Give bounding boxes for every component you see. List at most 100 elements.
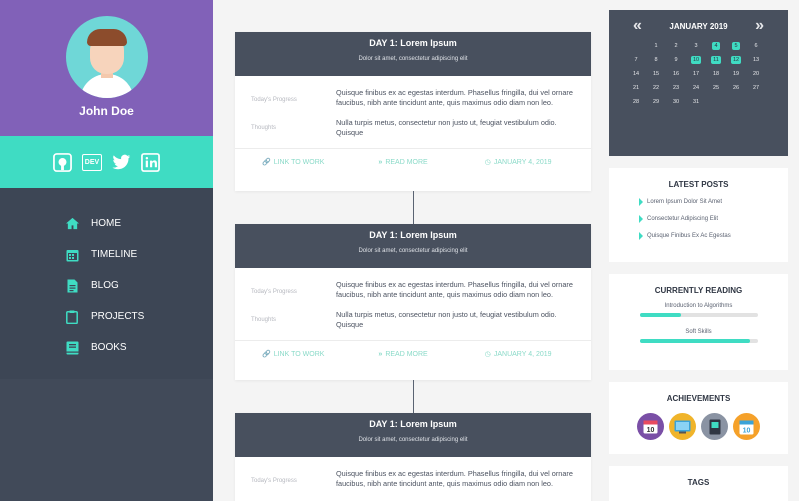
thoughts-label: Thoughts [251, 317, 277, 324]
screen-badge-icon [669, 413, 696, 440]
sidebar: John Doe DEV HOME TIMELINE BLOG PROJECTS [0, 0, 213, 501]
twitter-icon[interactable] [112, 153, 131, 172]
prev-month-button[interactable]: « [633, 18, 642, 34]
progress-row: Today's Progress Quisque finibus ex ac e… [235, 268, 591, 299]
bullet-icon [639, 232, 643, 240]
currently-reading-title: CURRENTLY READING [654, 286, 743, 295]
calendar-month: JANUARY 2019 [669, 21, 728, 31]
read-more[interactable]: » READ MORE [378, 159, 427, 166]
calendar-day[interactable]: 9 [666, 54, 686, 66]
chevrons-right-icon: » [378, 158, 383, 166]
calendar-day[interactable]: 7 [626, 54, 646, 66]
calendar-day[interactable]: 20 [746, 68, 766, 80]
calendar-day[interactable]: 16 [666, 68, 686, 80]
calendar-day[interactable]: 4 [706, 40, 726, 52]
thoughts-text: Nulla turpis metus, consectetur non just… [336, 118, 557, 137]
calendar-day[interactable]: 28 [626, 96, 646, 108]
right-sidebar: « JANUARY 2019 » 1 2 3 4 5 6 7 8 9 10 11 12 13 14 15 16… [609, 10, 788, 501]
progress-row: Today's Progress Quisque finibus ex ac e… [235, 457, 591, 488]
post-header: DAY 1: Lorem Ipsum Dolor sit amet, conse… [235, 32, 591, 76]
thoughts-row: Thoughts Nulla turpis metus, consectetur… [235, 107, 591, 137]
latest-post-item[interactable]: Quisque Finibus Ex Ac Egestas [609, 232, 788, 240]
link-label: LINK TO WORK [273, 158, 325, 166]
calendar-day[interactable]: 22 [646, 82, 666, 94]
read-more[interactable]: » READ MORE [378, 351, 427, 358]
post-footer: 🔗 LINK TO WORK » READ MORE ◷ JANUARY 4, 201… [235, 148, 591, 175]
profile-header: John Doe [0, 0, 213, 136]
calendar-empty [626, 40, 646, 52]
calendar-day[interactable]: 6 [746, 40, 766, 52]
calendar-day[interactable]: 13 [746, 54, 766, 66]
calendar-empty [706, 96, 726, 108]
progress-text: Quisque finibus ex ac egestas interdum. … [336, 280, 573, 299]
calendar-day[interactable]: 11 [706, 54, 726, 66]
bullet-icon [639, 198, 643, 206]
calendar-day[interactable]: 1 [646, 40, 666, 52]
nav-label-timeline: TIMELINE [91, 249, 138, 260]
calendar-10-badge-icon: 10 [733, 413, 760, 440]
nav-item-projects[interactable]: PROJECTS [0, 301, 213, 332]
nav-item-timeline[interactable]: TIMELINE [0, 239, 213, 270]
calendar-day[interactable]: 27 [746, 82, 766, 94]
timeline-connector [413, 380, 414, 413]
calendar-day[interactable]: 24 [686, 82, 706, 94]
post-footer: 🔗 LINK TO WORK » READ MORE ◷ JANUARY 4, 201… [235, 340, 591, 367]
linkedin-icon[interactable] [141, 152, 160, 172]
nav-item-home[interactable]: HOME [0, 208, 213, 239]
clock-icon: ◷ [484, 351, 491, 359]
calendar-day[interactable]: 10 [686, 54, 706, 66]
book-badge-icon [701, 413, 728, 440]
nav-item-books[interactable]: BOOKS [0, 332, 213, 363]
tags-widget: TAGS [609, 466, 788, 501]
post-header: DAY 1: Lorem Ipsum Dolor sit amet, conse… [235, 224, 591, 268]
book-icon [64, 340, 80, 356]
thoughts-label: Thoughts [251, 125, 277, 132]
calendar-day[interactable]: 14 [626, 68, 646, 80]
github-icon[interactable] [53, 152, 72, 172]
main-nav: HOME TIMELINE BLOG PROJECTS BOOKS [0, 188, 213, 379]
calendar-day[interactable]: 31 [686, 96, 706, 108]
calendar-day[interactable]: 15 [646, 68, 666, 80]
latest-post-item[interactable]: Consectetur Adipiscing Elit [609, 215, 788, 223]
calendar-day[interactable]: 21 [626, 82, 646, 94]
progress-label: Today's Progress [251, 478, 297, 484]
latest-post-item[interactable]: Lorem Ipsum Dolor Sit Amet [609, 198, 788, 206]
progress-label: Today's Progress [251, 97, 297, 103]
thoughts-text: Nulla turpis metus, consectetur non just… [336, 310, 557, 329]
post-date: ◷ JANUARY 4, 2019 [484, 350, 552, 359]
progress-label: Today's Progress [251, 289, 297, 295]
achievements-widget: ACHIEVEMENTS 10 10 [609, 382, 788, 454]
post-card: DAY 1: Lorem Ipsum Dolor sit amet, conse… [235, 224, 591, 380]
nav-item-blog[interactable]: BLOG [0, 270, 213, 301]
dev-icon[interactable]: DEV [82, 153, 102, 171]
progress-row: Today's Progress Quisque finibus ex ac e… [235, 76, 591, 107]
calendar-day[interactable]: 30 [666, 96, 686, 108]
calendar-day[interactable]: 23 [666, 82, 686, 94]
document-icon [64, 278, 80, 294]
calendar-day[interactable]: 25 [706, 82, 726, 94]
nav-label-books: BOOKS [91, 342, 127, 353]
calendar-day[interactable]: 26 [726, 82, 746, 94]
calendar-day[interactable]: 17 [686, 68, 706, 80]
calendar-day[interactable]: 12 [726, 54, 746, 66]
latest-posts-widget: LATEST POSTS Lorem Ipsum Dolor Sit Amet … [609, 168, 788, 262]
next-month-button[interactable]: » [755, 18, 764, 34]
book-progress-bar [639, 339, 758, 343]
calendar-icon [64, 247, 80, 263]
calendar-day[interactable]: 8 [646, 54, 666, 66]
post-subtitle: Dolor sit amet, consectetur adipiscing e… [358, 56, 468, 62]
read-more-label: READ MORE [385, 158, 428, 166]
calendar-day[interactable]: 5 [726, 40, 746, 52]
calendar-day[interactable]: 29 [646, 96, 666, 108]
link-to-work[interactable]: 🔗 LINK TO WORK [262, 158, 325, 167]
link-to-work[interactable]: 🔗 LINK TO WORK [262, 350, 324, 359]
calendar-day[interactable]: 3 [686, 40, 706, 52]
achievements-title: ACHIEVEMENTS [666, 394, 731, 403]
calendar-day[interactable]: 18 [706, 68, 726, 80]
calendar-empty [726, 96, 746, 108]
calendar-day[interactable]: 2 [666, 40, 686, 52]
svg-text:10: 10 [647, 427, 655, 434]
date-label: JANUARY 4, 2019 [493, 350, 552, 358]
progress-text: Quisque finibus ex ac egestas interdum. … [336, 469, 573, 488]
calendar-day[interactable]: 19 [726, 68, 746, 80]
